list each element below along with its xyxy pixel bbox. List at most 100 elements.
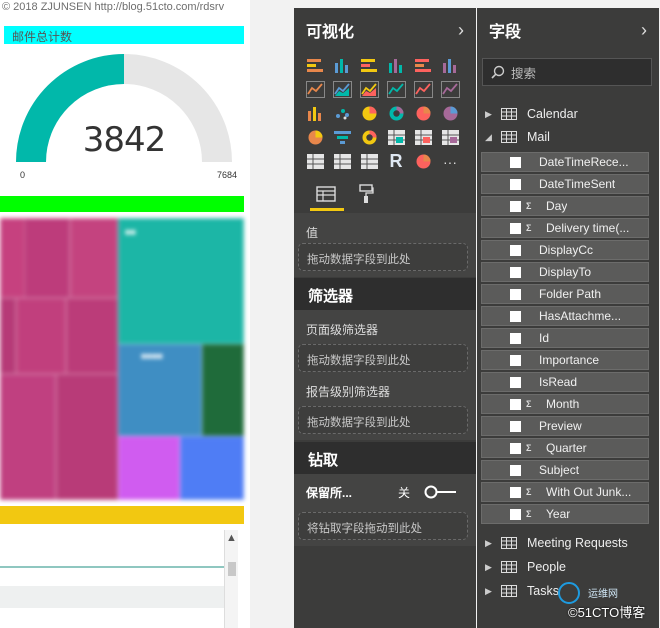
treemap-tile[interactable]: ■■■■ bbox=[118, 344, 202, 436]
treemap-icon[interactable] bbox=[412, 104, 434, 123]
multi-row-card-icon[interactable] bbox=[412, 128, 434, 147]
field-item[interactable]: DateTimeSent bbox=[481, 174, 649, 194]
globe-icon[interactable] bbox=[412, 152, 434, 171]
table-visual[interactable]: ▲ bbox=[0, 530, 244, 628]
table-node[interactable]: ▶ Calendar bbox=[485, 104, 578, 124]
table-scrollbar[interactable]: ▲ bbox=[224, 530, 238, 628]
table-icon[interactable] bbox=[331, 152, 353, 171]
treemap-tile[interactable] bbox=[0, 374, 56, 500]
filled-map-icon[interactable] bbox=[304, 128, 326, 147]
gauge-visual[interactable]: 3842 0 7684 bbox=[4, 46, 244, 186]
chevron-down-icon[interactable]: ◢ bbox=[485, 132, 495, 143]
filters-header[interactable]: 筛选器 bbox=[294, 278, 476, 310]
pie-chart-icon[interactable] bbox=[358, 104, 380, 123]
clustered-column-icon[interactable] bbox=[385, 56, 407, 75]
field-checkbox[interactable] bbox=[510, 222, 521, 234]
field-item[interactable]: Subject bbox=[481, 460, 649, 480]
table-node[interactable]: ▶ Tasks bbox=[485, 581, 559, 601]
table-node[interactable]: ◢ Mail bbox=[485, 127, 550, 147]
fields-search-box[interactable]: 搜索 bbox=[482, 58, 652, 86]
field-item[interactable]: HasAttachme... bbox=[481, 306, 649, 326]
treemap-visual[interactable]: ■■ ■■■■ bbox=[0, 218, 244, 500]
report-filter-drop-zone[interactable]: 拖动数据字段到此处 bbox=[298, 406, 468, 434]
treemap-tile[interactable] bbox=[70, 218, 118, 298]
waterfall-icon[interactable] bbox=[304, 104, 326, 123]
field-checkbox[interactable] bbox=[510, 398, 521, 410]
field-checkbox[interactable] bbox=[510, 178, 521, 190]
field-item[interactable]: Σ With Out Junk... bbox=[481, 482, 649, 502]
kpi-icon[interactable] bbox=[439, 128, 461, 147]
field-item[interactable]: IsRead bbox=[481, 372, 649, 392]
treemap-tile[interactable] bbox=[118, 436, 180, 500]
treemap-tile[interactable] bbox=[0, 298, 16, 374]
gauge-icon[interactable] bbox=[358, 128, 380, 147]
slicer-icon[interactable] bbox=[304, 152, 326, 171]
treemap-tile[interactable] bbox=[202, 344, 244, 436]
card-icon[interactable] bbox=[385, 128, 407, 147]
drillthrough-header[interactable]: 钻取 bbox=[294, 442, 476, 474]
donut-chart-icon[interactable] bbox=[385, 104, 407, 123]
field-checkbox[interactable] bbox=[510, 332, 521, 344]
field-checkbox[interactable] bbox=[510, 464, 521, 476]
scrollbar-thumb[interactable] bbox=[228, 562, 236, 576]
keep-all-filters-toggle[interactable] bbox=[424, 485, 458, 499]
treemap-tile[interactable] bbox=[56, 374, 118, 500]
field-checkbox[interactable] bbox=[510, 200, 521, 212]
table-node[interactable]: ▶ People bbox=[485, 557, 566, 577]
stacked-area-icon[interactable] bbox=[358, 80, 380, 99]
field-item[interactable]: Importance bbox=[481, 350, 649, 370]
table-row[interactable] bbox=[0, 586, 226, 608]
field-checkbox[interactable] bbox=[510, 486, 521, 498]
field-checkbox[interactable] bbox=[510, 354, 521, 366]
chevron-right-icon[interactable]: ▶ bbox=[485, 109, 495, 120]
treemap-tile[interactable] bbox=[180, 436, 244, 500]
chevron-right-icon[interactable]: › bbox=[641, 20, 647, 41]
line-clustered-column-icon[interactable] bbox=[412, 80, 434, 99]
field-item[interactable]: Folder Path bbox=[481, 284, 649, 304]
format-roller-icon[interactable] bbox=[352, 181, 380, 207]
field-checkbox[interactable] bbox=[510, 156, 521, 168]
field-checkbox[interactable] bbox=[510, 508, 521, 520]
chevron-right-icon[interactable]: ▶ bbox=[485, 562, 495, 573]
treemap-tile[interactable] bbox=[66, 298, 118, 374]
funnel-icon[interactable] bbox=[331, 128, 353, 147]
field-item[interactable]: Σ Month bbox=[481, 394, 649, 414]
r-visual-icon[interactable]: R bbox=[385, 151, 407, 171]
100-stacked-column-icon[interactable] bbox=[439, 56, 461, 75]
line-chart-icon[interactable] bbox=[304, 80, 326, 99]
area-chart-icon[interactable] bbox=[331, 80, 353, 99]
stacked-bar-icon[interactable] bbox=[304, 56, 326, 75]
ribbon-chart-icon[interactable] bbox=[439, 80, 461, 99]
field-item[interactable]: Σ Quarter bbox=[481, 438, 649, 458]
chevron-right-icon[interactable]: › bbox=[458, 20, 464, 41]
field-item[interactable]: DisplayCc bbox=[481, 240, 649, 260]
chevron-right-icon[interactable]: ▶ bbox=[485, 586, 495, 597]
100-stacked-bar-icon[interactable] bbox=[412, 56, 434, 75]
field-checkbox[interactable] bbox=[510, 310, 521, 322]
chevron-right-icon[interactable]: ▶ bbox=[485, 538, 495, 549]
field-item[interactable]: Σ Delivery time(... bbox=[481, 218, 649, 238]
green-bar-visual[interactable] bbox=[0, 196, 244, 212]
field-checkbox[interactable] bbox=[510, 442, 521, 454]
stacked-column-icon[interactable] bbox=[331, 56, 353, 75]
line-column-icon[interactable] bbox=[385, 80, 407, 99]
scatter-icon[interactable] bbox=[331, 104, 353, 123]
field-item[interactable]: Id bbox=[481, 328, 649, 348]
field-item[interactable]: Σ Year bbox=[481, 504, 649, 524]
scroll-up-icon[interactable]: ▲ bbox=[225, 530, 238, 544]
treemap-tile[interactable] bbox=[16, 298, 66, 374]
field-item[interactable]: DisplayTo bbox=[481, 262, 649, 282]
drillthrough-drop-zone[interactable]: 将钻取字段拖动到此处 bbox=[298, 512, 468, 540]
map-icon[interactable] bbox=[439, 104, 461, 123]
treemap-tile[interactable] bbox=[24, 218, 70, 298]
field-item[interactable]: Σ Day bbox=[481, 196, 649, 216]
field-checkbox[interactable] bbox=[510, 420, 521, 432]
table-node[interactable]: ▶ Meeting Requests bbox=[485, 533, 628, 553]
yellow-bar-visual[interactable] bbox=[0, 506, 244, 524]
field-item[interactable]: Preview bbox=[481, 416, 649, 436]
field-checkbox[interactable] bbox=[510, 376, 521, 388]
more-icon[interactable]: ··· bbox=[439, 152, 461, 171]
clustered-bar-icon[interactable] bbox=[358, 56, 380, 75]
treemap-tile[interactable]: ■■ bbox=[118, 218, 244, 344]
values-drop-zone[interactable]: 拖动数据字段到此处 bbox=[298, 243, 468, 271]
